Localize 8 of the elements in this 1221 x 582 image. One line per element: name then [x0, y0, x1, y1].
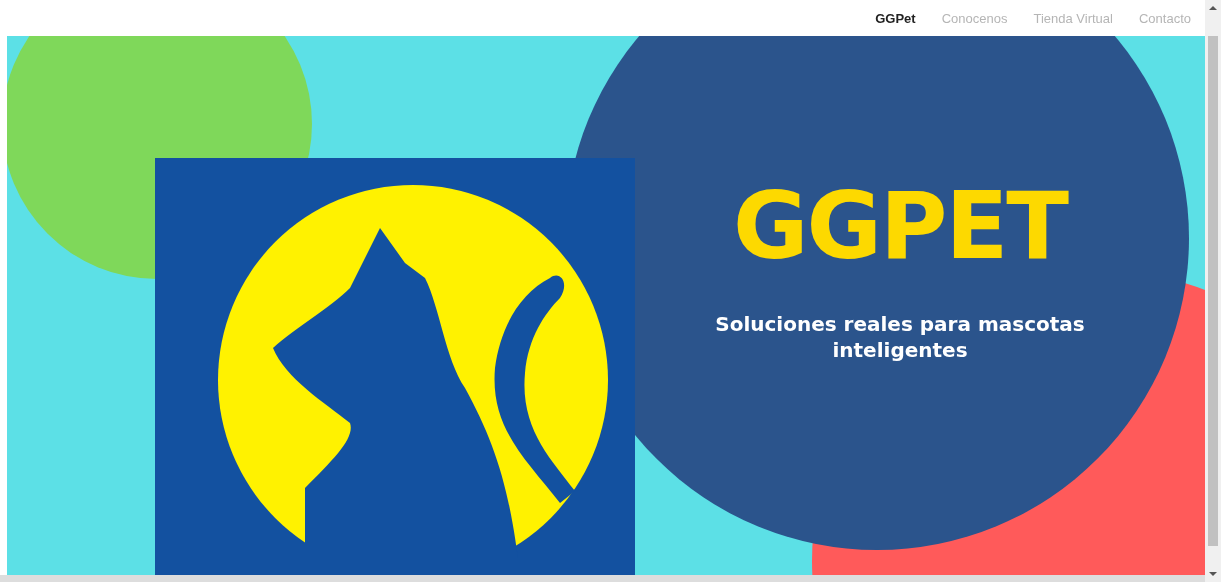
nav-link[interactable]: Conocenos: [941, 10, 1008, 26]
horizontal-scrollbar[interactable]: [0, 575, 1205, 582]
nav-link[interactable]: Tienda Virtual: [1033, 10, 1113, 26]
nav-link[interactable]: GGPet: [875, 10, 916, 26]
hero-title: GGPET: [732, 176, 1068, 278]
vertical-scrollbar[interactable]: [1205, 0, 1221, 582]
hero-subtitle: Soluciones reales para mascotas inteligentes: [714, 311, 1086, 364]
nav-link[interactable]: Contacto: [1138, 10, 1191, 26]
